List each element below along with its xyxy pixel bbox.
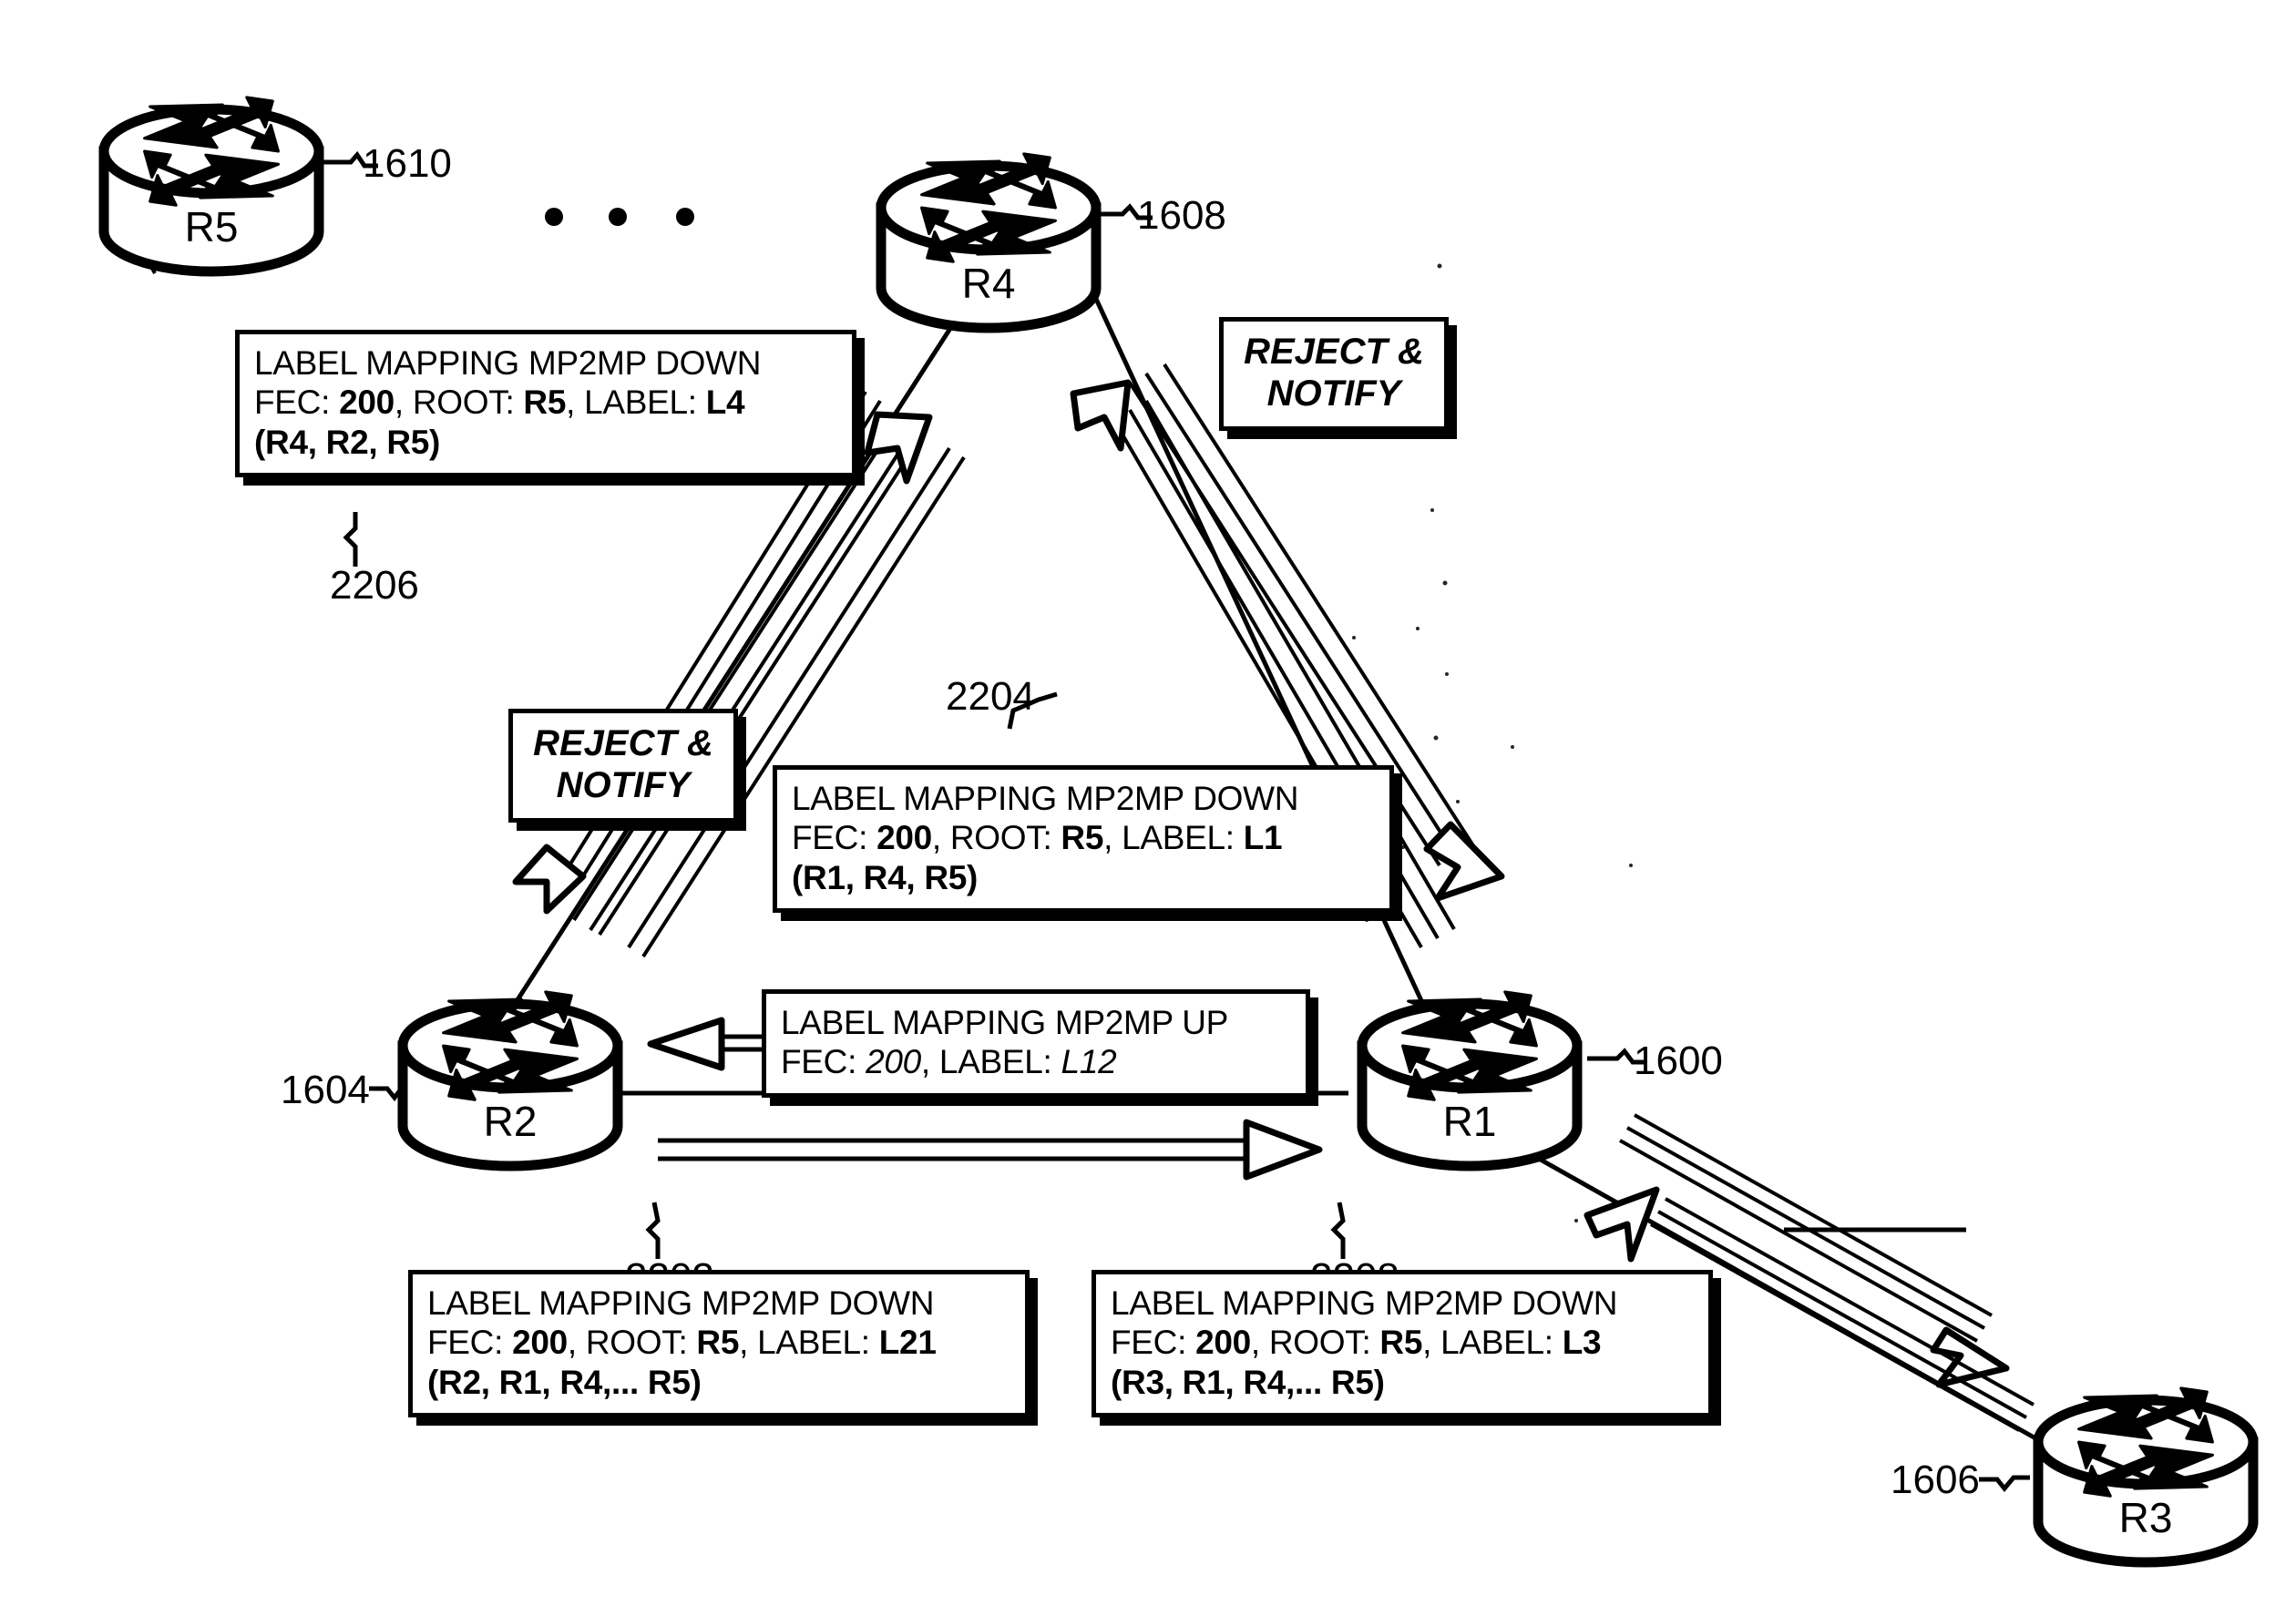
msg-line-3: (R1, R4, R5) <box>792 858 979 896</box>
reject-notify-box-left[interactable]: REJECT & NOTIFY <box>508 709 738 823</box>
reject-notify-box-top-right[interactable]: REJECT & NOTIFY <box>1219 317 1449 431</box>
router-label-r4: R4 <box>961 260 1016 307</box>
msg-line-3: (R4, R2, R5) <box>254 423 441 461</box>
ref-numeral-1610: 1610 <box>363 141 452 186</box>
reject-line-1: REJECT & <box>533 723 713 763</box>
message-box-mp2mp-up[interactable]: LABEL MAPPING MP2MP UP FEC: 200, LABEL: … <box>762 989 1310 1098</box>
reject-line-2: NOTIFY <box>1266 373 1401 414</box>
msg-line-3: (R2, R1, R4,... R5) <box>427 1363 702 1401</box>
message-box-2208[interactable]: LABEL MAPPING MP2MP DOWN FEC: 200, ROOT:… <box>1092 1270 1713 1417</box>
ref-numeral-2206: 2206 <box>330 563 419 608</box>
msg-line-1: LABEL MAPPING MP2MP UP <box>781 1004 1229 1041</box>
arrow-r2-to-r1 <box>658 1119 1323 1181</box>
message-box-2202[interactable]: LABEL MAPPING MP2MP DOWN FEC: 200, ROOT:… <box>408 1270 1030 1417</box>
msg-line-2: FEC: 200, ROOT: R5, LABEL: L1 <box>792 819 1283 857</box>
ref-numeral-2204: 2204 <box>946 674 1035 719</box>
arrow-up-msg-to-r2 <box>647 1017 765 1071</box>
msg-line-1: LABEL MAPPING MP2MP DOWN <box>254 344 762 382</box>
ref-numeral-1600: 1600 <box>1634 1038 1723 1083</box>
msg-line-2: FEC: 200, ROOT: R5, LABEL: L4 <box>254 384 745 422</box>
msg-line-2: FEC: 200, LABEL: L12 <box>781 1043 1117 1081</box>
router-label-r5: R5 <box>184 203 239 251</box>
reject-line-2: NOTIFY <box>556 765 691 806</box>
msg-line-1: LABEL MAPPING MP2MP DOWN <box>792 780 1299 817</box>
ref-numeral-1604: 1604 <box>281 1068 370 1112</box>
msg-line-2: FEC: 200, ROOT: R5, LABEL: L21 <box>427 1324 937 1362</box>
message-box-2206[interactable]: LABEL MAPPING MP2MP DOWN FEC: 200, ROOT:… <box>235 330 856 477</box>
ellipsis-dots <box>545 208 694 226</box>
msg-line-1: LABEL MAPPING MP2MP DOWN <box>1111 1284 1618 1322</box>
router-label-r3: R3 <box>2118 1494 2173 1541</box>
ref-numeral-1606: 1606 <box>1891 1458 1980 1502</box>
patent-figure-canvas: R5 R4 R2 R1 R3 1610 1608 1600 1604 1606 … <box>0 0 2296 1606</box>
reject-line-1: REJECT & <box>1244 332 1424 372</box>
message-box-2204[interactable]: LABEL MAPPING MP2MP DOWN FEC: 200, ROOT:… <box>773 765 1394 913</box>
ref-numeral-1608: 1608 <box>1137 193 1226 238</box>
msg-line-3: (R3, R1, R4,... R5) <box>1111 1363 1385 1401</box>
msg-line-2: FEC: 200, ROOT: R5, LABEL: L3 <box>1111 1324 1602 1362</box>
router-label-r1: R1 <box>1442 1098 1497 1145</box>
router-label-r2: R2 <box>483 1098 538 1145</box>
msg-line-1: LABEL MAPPING MP2MP DOWN <box>427 1284 935 1322</box>
